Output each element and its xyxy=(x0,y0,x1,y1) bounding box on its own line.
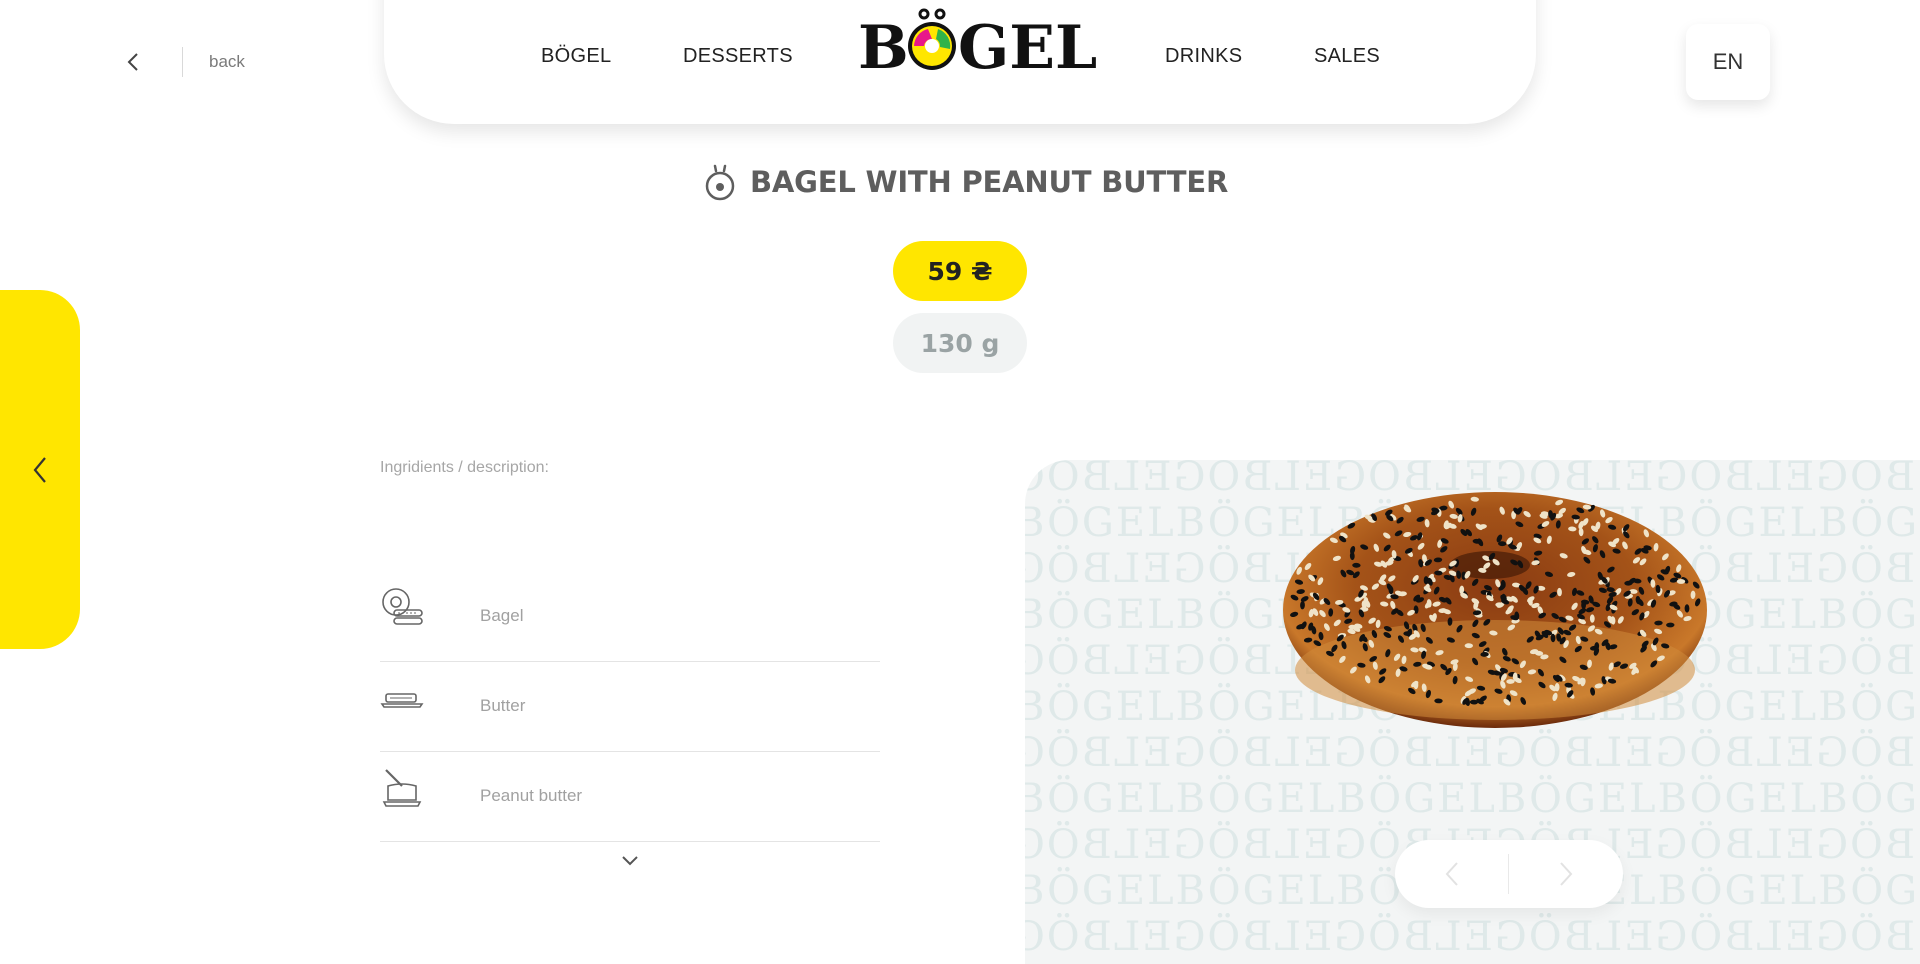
image-carousel-controls xyxy=(1395,840,1623,908)
svg-text:GEL: GEL xyxy=(958,13,1097,74)
weight-badge: 130 g xyxy=(893,313,1027,373)
chevron-left-icon xyxy=(1445,862,1458,886)
ingredients-heading: Ingridients / description: xyxy=(380,459,549,476)
carousel-next-button[interactable] xyxy=(1509,840,1622,908)
previous-product-button[interactable] xyxy=(0,290,80,649)
back-link[interactable]: back xyxy=(209,52,245,72)
language-selector[interactable]: EN xyxy=(1686,24,1770,100)
ingredient-label: Butter xyxy=(480,696,526,715)
bogel-logo[interactable]: B GEL xyxy=(858,8,1098,80)
ingredient-row: Peanut butter xyxy=(380,752,880,842)
pattern-text: BÖGELBÖGELBÖGELBÖGELBÖGELBÖGELBÖGEL xyxy=(1025,776,1920,822)
chevron-right-icon xyxy=(1559,862,1572,886)
carousel-prev-button[interactable] xyxy=(1395,840,1508,908)
butter-icon xyxy=(380,693,424,708)
bagel-icon xyxy=(382,588,423,625)
product-title: BAGEL WITH PEANUT BUTTER xyxy=(750,165,1229,199)
nav-bogel[interactable]: BÖGEL xyxy=(541,45,611,68)
product-title-block: BAGEL WITH PEANUT BUTTER xyxy=(704,160,1228,204)
sesame-seed xyxy=(1676,579,1686,584)
bagel-mascot-icon xyxy=(705,164,735,201)
back-divider xyxy=(182,47,183,77)
ingredient-row: Bagel xyxy=(380,572,880,662)
svg-text:B: B xyxy=(858,13,909,74)
nav-desserts[interactable]: DESSERTS xyxy=(683,45,793,68)
price-badge: 59 ₴ xyxy=(893,241,1027,301)
chevron-left-icon xyxy=(33,456,46,483)
ingredient-row: Butter xyxy=(380,662,880,752)
back-arrow-icon[interactable] xyxy=(120,44,146,80)
peanut-butter-icon xyxy=(382,769,422,807)
ingredients-list: Bagel Butter Peanut butter xyxy=(380,572,880,842)
bagel-product-image xyxy=(1283,492,1707,728)
nav-sales[interactable]: SALES xyxy=(1314,45,1380,68)
ingredient-label: Peanut butter xyxy=(480,786,583,805)
pattern-text: BÖGELBÖGELBÖGELBÖGELBÖGELBÖGELBÖGEL xyxy=(1025,914,1915,960)
product-image-panel: BÖGELBÖGELBÖGELBÖGELBÖGELBÖGELBÖGEL BÖGE… xyxy=(1025,460,1920,964)
chevron-down-icon[interactable] xyxy=(618,852,642,870)
back-nav: back xyxy=(120,44,245,80)
ingredient-label: Bagel xyxy=(480,606,524,625)
top-navigation: BÖGEL DESSERTS B GEL DRINKS SALES xyxy=(384,0,1536,124)
nav-drinks[interactable]: DRINKS xyxy=(1165,45,1242,68)
